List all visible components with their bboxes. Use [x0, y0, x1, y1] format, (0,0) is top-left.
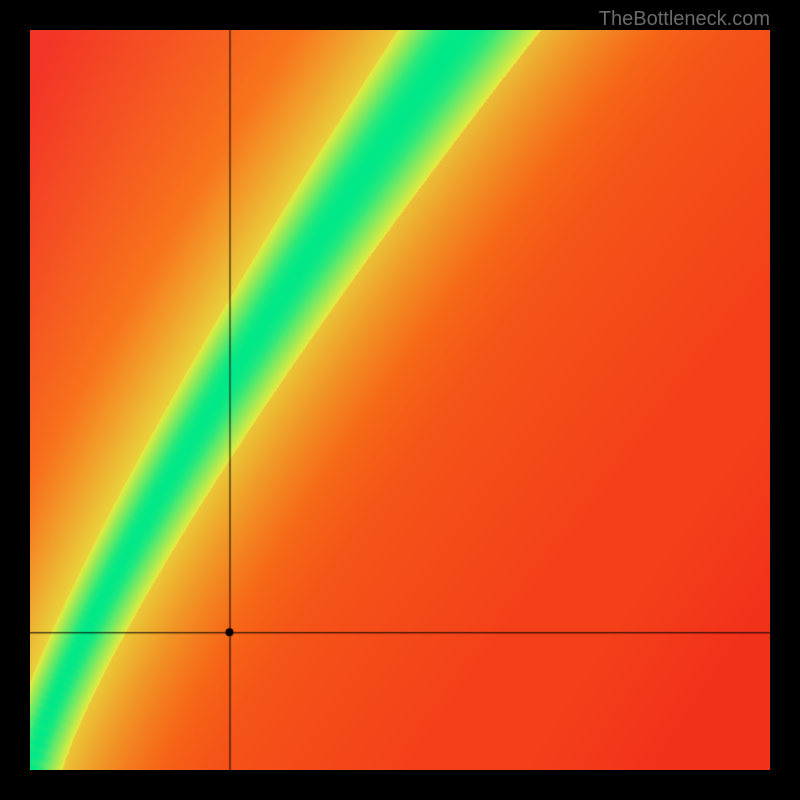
heatmap-canvas — [30, 30, 770, 770]
watermark-text: TheBottleneck.com — [599, 8, 770, 31]
chart-container: TheBottleneck.com — [0, 0, 800, 800]
